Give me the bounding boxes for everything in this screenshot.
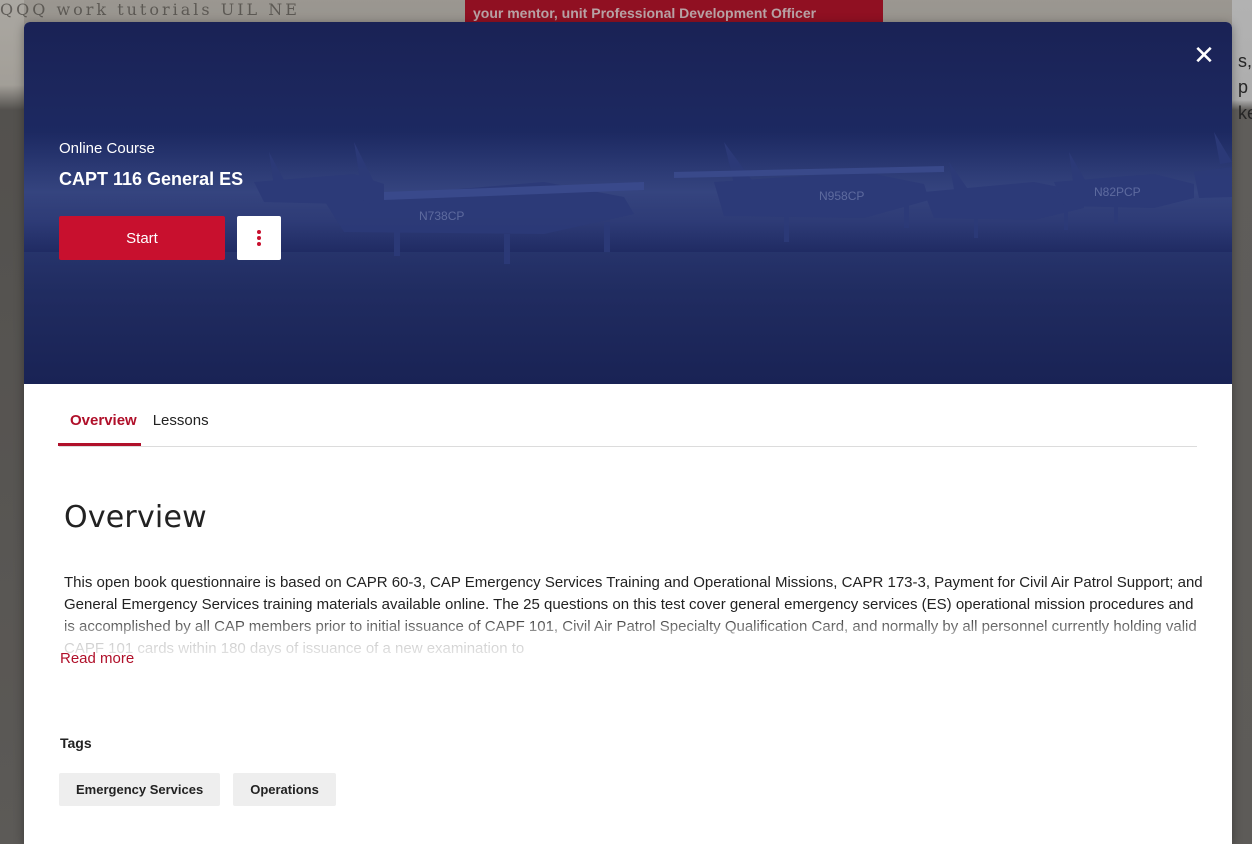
course-hero: N738CP N958CP N82PCP ✕ Online Course CAP… (24, 22, 1232, 384)
tab-lessons[interactable]: Lessons (153, 406, 209, 440)
course-tabs: Overview Lessons (58, 406, 1197, 447)
course-title: CAPT 116 General ES (59, 169, 244, 189)
svg-text:N738CP: N738CP (419, 209, 464, 223)
course-actions: Start (59, 216, 281, 260)
overview-heading: Overview (64, 500, 207, 535)
svg-text:N958CP: N958CP (819, 189, 864, 203)
overview-description-container: This open book questionnaire is based on… (64, 572, 1204, 672)
course-type-label: Online Course (59, 140, 155, 157)
hero-content: Online Course CAPT 116 General ES Start (59, 140, 281, 260)
tag-emergency-services[interactable]: Emergency Services (59, 773, 221, 806)
description-fade (64, 616, 1204, 672)
tag-operations[interactable]: Operations (233, 773, 336, 806)
close-icon[interactable]: ✕ (1190, 42, 1218, 70)
more-vertical-icon (257, 230, 261, 246)
read-more-link[interactable]: Read more (60, 650, 134, 667)
start-button[interactable]: Start (59, 216, 225, 260)
more-options-button[interactable] (237, 216, 281, 260)
tab-overview[interactable]: Overview (58, 406, 141, 446)
course-modal: N738CP N958CP N82PCP ✕ Online Course CAP… (24, 22, 1232, 844)
svg-text:N82PCP: N82PCP (1094, 185, 1141, 199)
tags-label: Tags (60, 735, 92, 751)
tags-list: Emergency Services Operations (59, 773, 349, 806)
